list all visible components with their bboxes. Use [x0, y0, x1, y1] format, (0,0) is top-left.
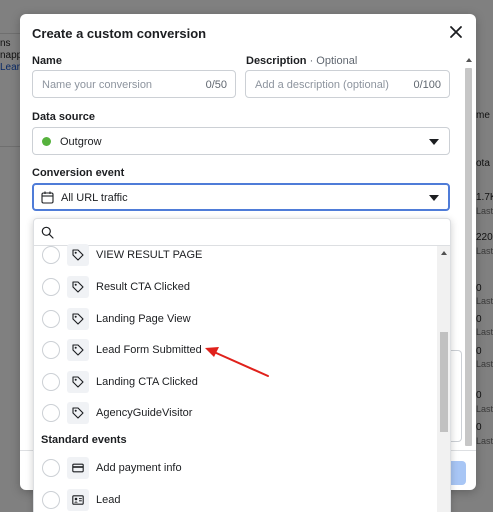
name-input[interactable]: Name your conversion 0/50	[32, 70, 236, 98]
option-label: VIEW RESULT PAGE	[96, 249, 203, 261]
standard-events-heading: Standard events	[41, 434, 127, 446]
background-text: ns	[0, 38, 11, 49]
event-option[interactable]: Landing CTA Clicked	[34, 366, 436, 398]
tag-icon	[67, 244, 89, 266]
tag-icon	[67, 308, 89, 330]
description-placeholder: Add a description (optional)	[255, 79, 389, 91]
option-radio[interactable]	[42, 404, 60, 422]
option-radio[interactable]	[42, 491, 60, 509]
tag-icon	[67, 402, 89, 424]
background-divider	[0, 146, 22, 147]
data-source-select[interactable]: Outgrow	[32, 127, 450, 155]
background-text: Last	[476, 296, 493, 306]
caret-down-icon	[429, 195, 439, 201]
option-label: Landing CTA Clicked	[96, 376, 198, 388]
tag-icon	[67, 276, 89, 298]
description-label-text: Description	[246, 55, 307, 67]
background-text: Last	[476, 206, 493, 216]
background-left-column: ns napp Lear	[0, 38, 22, 74]
optional-tag: · Optional	[306, 55, 358, 67]
dropdown-scrollbar[interactable]	[437, 246, 450, 512]
name-label: Name	[32, 55, 62, 67]
search-icon	[41, 226, 54, 239]
option-label: Add payment info	[96, 462, 182, 474]
background-text: ota	[476, 158, 490, 169]
option-radio[interactable]	[42, 246, 60, 264]
description-label: Description · Optional	[246, 55, 357, 67]
option-label: Lead	[96, 494, 121, 506]
dialog-scrollbar-thumb[interactable]	[465, 68, 472, 446]
conversion-event-dropdown: VIEW RESULT PAGE Result CTA Clicked Land…	[33, 218, 451, 512]
data-source-label: Data source	[32, 111, 95, 123]
background-text: me	[476, 110, 490, 121]
conversion-event-label: Conversion event	[32, 167, 125, 179]
event-option[interactable]: AgencyGuideVisitor	[34, 397, 436, 429]
event-option[interactable]: Result CTA Clicked	[34, 271, 436, 303]
option-radio[interactable]	[42, 459, 60, 477]
dropdown-scrollbar-thumb[interactable]	[440, 332, 448, 432]
name-char-counter: 0/50	[205, 79, 227, 91]
background-text: Last	[476, 246, 493, 256]
event-option[interactable]: Lead	[34, 484, 436, 512]
background-text: 1.7K	[476, 192, 493, 203]
description-char-counter: 0/100	[413, 79, 441, 91]
dialog-title: Create a custom conversion	[32, 26, 207, 41]
background-text: 0	[476, 283, 482, 294]
event-option[interactable]: Add payment info	[34, 452, 436, 484]
background-text: Last	[476, 359, 493, 369]
background-link: Lear	[0, 62, 21, 73]
background-text: 220	[476, 232, 493, 243]
tag-icon	[67, 339, 89, 361]
dialog-scrollbar[interactable]	[463, 56, 473, 446]
event-option[interactable]: Lead Form Submitted	[34, 334, 436, 366]
background-text: Last	[476, 327, 493, 337]
scroll-up-icon	[441, 251, 447, 255]
background-text: 0	[476, 346, 482, 357]
scroll-up-icon	[466, 58, 472, 62]
background-text: 0	[476, 422, 482, 433]
background-divider	[0, 33, 22, 34]
option-radio[interactable]	[42, 278, 60, 296]
option-label: Lead Form Submitted	[96, 344, 202, 356]
option-label: AgencyGuideVisitor	[96, 407, 193, 419]
option-label: Result CTA Clicked	[96, 281, 190, 293]
credit-card-icon	[67, 457, 89, 479]
id-card-icon	[67, 489, 89, 511]
event-option[interactable]: VIEW RESULT PAGE	[34, 239, 436, 271]
data-source-value: Outgrow	[60, 136, 102, 148]
background-text: Last	[476, 404, 493, 414]
background-text: napp	[0, 50, 22, 61]
status-dot-icon	[42, 137, 51, 146]
background-text: Last	[476, 436, 493, 446]
close-button[interactable]	[448, 24, 464, 40]
caret-down-icon	[429, 139, 439, 145]
background-text: 0	[476, 390, 482, 401]
option-radio[interactable]	[42, 310, 60, 328]
option-radio[interactable]	[42, 373, 60, 391]
close-icon	[450, 26, 462, 38]
background-text: 0	[476, 314, 482, 325]
option-label: Landing Page View	[96, 313, 191, 325]
description-input[interactable]: Add a description (optional) 0/100	[245, 70, 450, 98]
tag-icon	[67, 371, 89, 393]
calendar-icon	[41, 191, 54, 204]
name-placeholder: Name your conversion	[42, 79, 153, 91]
conversion-event-select[interactable]: All URL traffic	[32, 183, 450, 211]
conversion-event-value: All URL traffic	[61, 192, 128, 204]
option-radio[interactable]	[42, 341, 60, 359]
event-option[interactable]: Landing Page View	[34, 303, 436, 335]
